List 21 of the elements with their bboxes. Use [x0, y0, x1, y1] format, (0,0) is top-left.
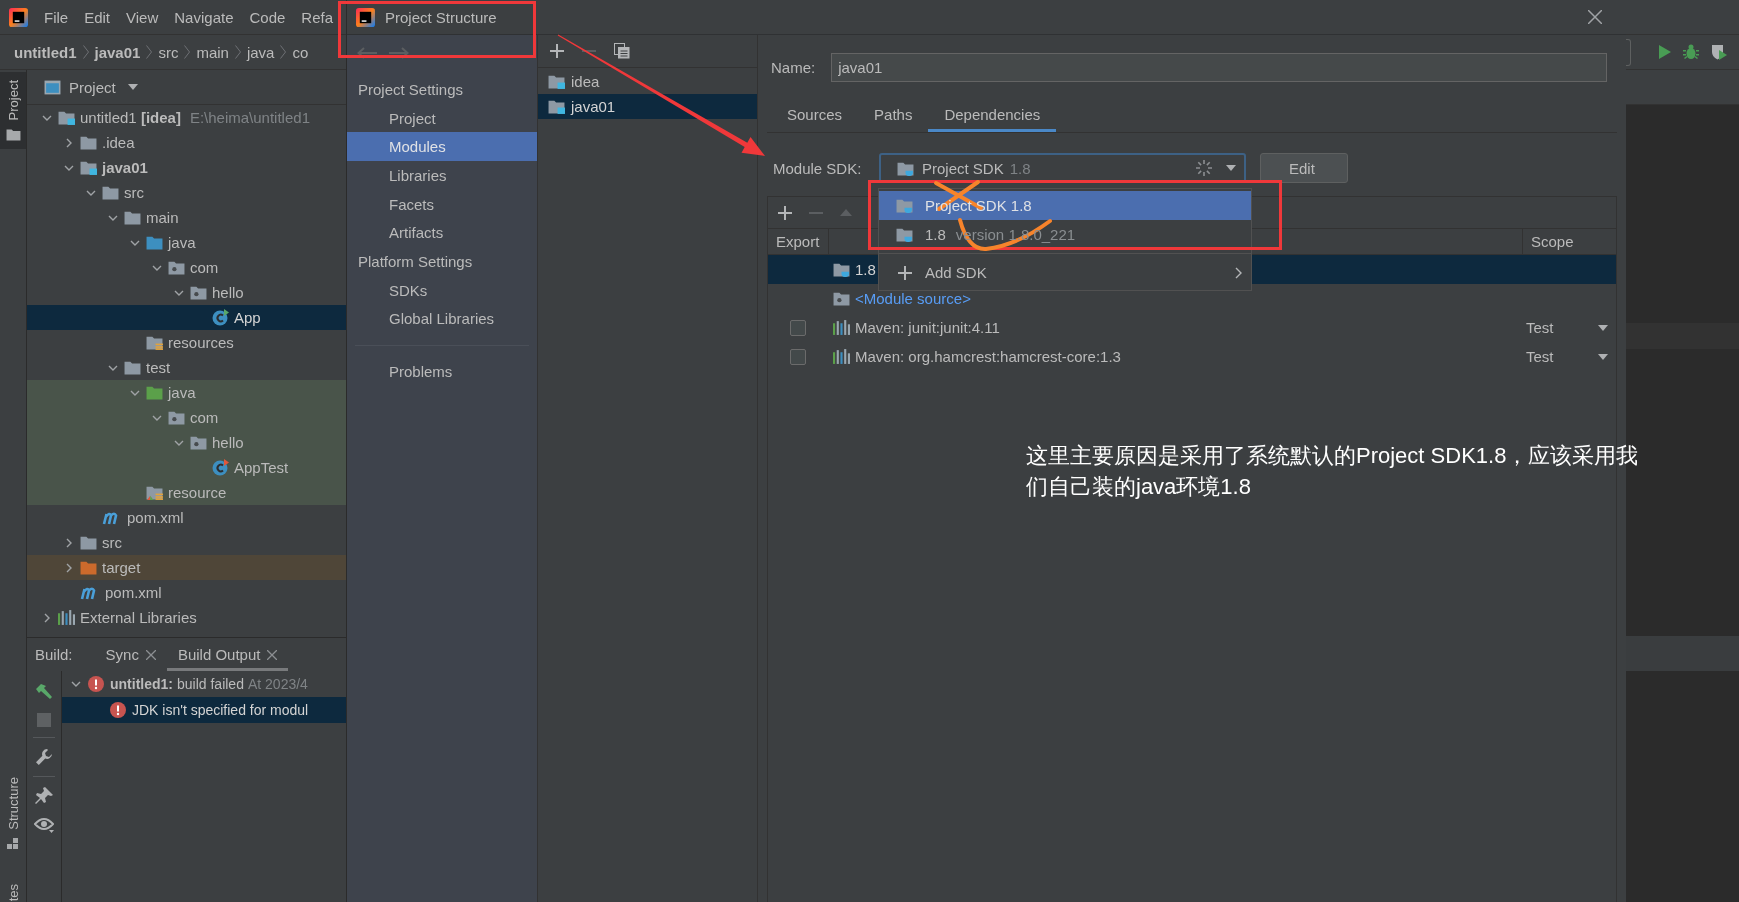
annotation-text: 这里主要原因是采用了系统默认的Project SDK1.8，应该采用我们自己装的java环境1.8: [1026, 442, 1640, 501]
message-text: build failed: [177, 676, 244, 692]
timestamp: At 2023/4: [247, 676, 308, 692]
column-header: Scope: [1530, 232, 1575, 252]
field-label: Module SDK:: [773, 159, 863, 177]
section-heading: Project Settings: [357, 79, 465, 100]
project-name: untitled1:: [110, 676, 173, 692]
panel-label: Build:: [35, 646, 73, 663]
scope-cell: Test: [1526, 319, 1554, 336]
field-label: Name:: [771, 59, 816, 76]
scope-cell: Test: [1526, 348, 1554, 365]
version-label: 1.8: [1009, 159, 1031, 177]
message-text: JDK isn't specified for modul: [132, 702, 309, 718]
table-cell: <Module source>: [855, 290, 971, 307]
dialog-title: Project Structure: [385, 8, 497, 26]
path-label: E:\heima\untitled1: [189, 109, 310, 126]
table-cell: Maven: junit:junit:4.11: [855, 319, 1000, 336]
column-header: Export: [775, 232, 821, 252]
table-cell: 1.8: [855, 261, 876, 278]
table-cell: Maven: org.hamcrest:hamcrest-core:1.3: [855, 348, 1121, 365]
section-heading: Platform Settings: [357, 251, 474, 272]
